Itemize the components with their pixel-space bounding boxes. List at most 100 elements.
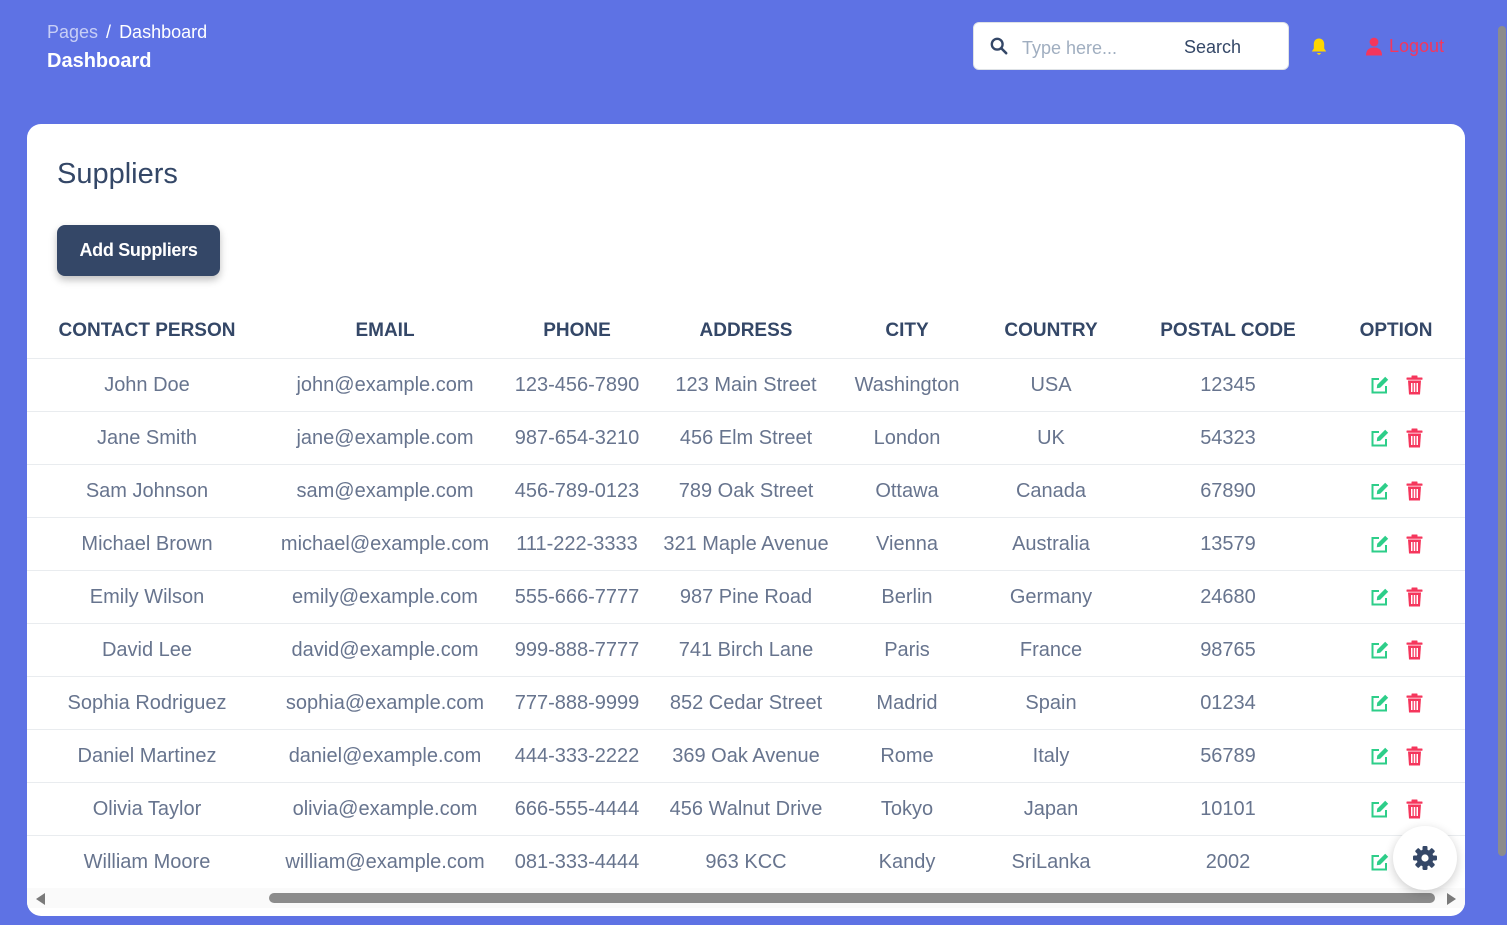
country-cell: SriLanka	[973, 835, 1129, 888]
postal-code-cell: 12345	[1129, 358, 1327, 412]
trash-icon[interactable]	[1406, 640, 1423, 660]
horizontal-scrollbar[interactable]	[27, 888, 1465, 908]
table-row: David Lee david@example.com 999-888-7777 74…	[27, 623, 1465, 677]
edit-icon[interactable]	[1370, 481, 1390, 501]
phone-cell: 456-789-0123	[503, 464, 651, 518]
city-cell: Tokyo	[841, 782, 973, 836]
scroll-right-arrow-icon[interactable]	[1447, 893, 1456, 905]
contact-person-cell: William Moore	[27, 835, 267, 888]
email-cell: jane@example.com	[267, 411, 503, 465]
search-input[interactable]	[1020, 33, 1174, 63]
phone-cell: 555-666-7777	[503, 570, 651, 624]
card-title: Suppliers	[57, 158, 178, 190]
country-cell: Germany	[973, 570, 1129, 624]
trash-icon[interactable]	[1406, 481, 1423, 501]
row-actions	[1327, 481, 1465, 501]
city-cell: Rome	[841, 729, 973, 783]
suppliers-table: CONTACT PERSON EMAIL PHONE ADDRESS CITY …	[27, 304, 1465, 888]
edit-icon[interactable]	[1370, 799, 1390, 819]
address-cell: 789 Oak Street	[651, 464, 841, 518]
email-cell: olivia@example.com	[267, 782, 503, 836]
postal-code-cell: 10101	[1129, 782, 1327, 836]
edit-icon[interactable]	[1370, 428, 1390, 448]
city-cell: Berlin	[841, 570, 973, 624]
postal-code-cell: 01234	[1129, 676, 1327, 730]
city-cell: Washington	[841, 358, 973, 412]
country-cell: Canada	[973, 464, 1129, 518]
table-row: William Moore william@example.com 081-333-…	[27, 835, 1465, 888]
edit-icon[interactable]	[1370, 852, 1390, 872]
row-actions	[1327, 428, 1465, 448]
email-cell: david@example.com	[267, 623, 503, 677]
country-cell: Spain	[973, 676, 1129, 730]
city-cell: Paris	[841, 623, 973, 677]
row-actions	[1327, 640, 1465, 660]
option-cell	[1327, 464, 1465, 518]
edit-icon[interactable]	[1370, 587, 1390, 607]
contact-person-cell: Sam Johnson	[27, 464, 267, 518]
phone-cell: 111-222-3333	[503, 517, 651, 571]
row-actions	[1327, 746, 1465, 766]
contact-person-cell: Michael Brown	[27, 517, 267, 571]
postal-code-cell: 24680	[1129, 570, 1327, 624]
settings-button[interactable]	[1393, 826, 1457, 890]
address-cell: 741 Birch Lane	[651, 623, 841, 677]
search-icon	[990, 37, 1008, 55]
city-cell: Vienna	[841, 517, 973, 571]
postal-code-cell: 98765	[1129, 623, 1327, 677]
edit-icon[interactable]	[1370, 746, 1390, 766]
row-actions	[1327, 693, 1465, 713]
table-row: Daniel Martinez daniel@example.com 444-333…	[27, 729, 1465, 783]
trash-icon[interactable]	[1406, 534, 1423, 554]
address-cell: 456 Elm Street	[651, 411, 841, 465]
edit-icon[interactable]	[1370, 375, 1390, 395]
column-header: OPTION	[1359, 320, 1433, 341]
scrollbar-thumb[interactable]	[269, 893, 1435, 903]
option-cell	[1327, 729, 1465, 783]
email-cell: michael@example.com	[267, 517, 503, 571]
postal-code-cell: 2002	[1129, 835, 1327, 888]
phone-cell: 081-333-4444	[503, 835, 651, 888]
trash-icon[interactable]	[1406, 693, 1423, 713]
address-cell: 321 Maple Avenue	[651, 517, 841, 571]
contact-person-cell: Olivia Taylor	[27, 782, 267, 836]
country-cell: UK	[973, 411, 1129, 465]
country-cell: Japan	[973, 782, 1129, 836]
column-header: PHONE	[543, 320, 611, 341]
breadcrumb: Pages / Dashboard	[47, 22, 207, 43]
logout-button[interactable]: Logout	[1365, 36, 1444, 57]
country-cell: Australia	[973, 517, 1129, 571]
table-header-row: CONTACT PERSON EMAIL PHONE ADDRESS CITY …	[27, 304, 1465, 359]
edit-icon[interactable]	[1370, 534, 1390, 554]
vertical-scrollbar[interactable]	[1497, 0, 1507, 925]
breadcrumb-separator: /	[106, 22, 112, 42]
country-cell: USA	[973, 358, 1129, 412]
trash-icon[interactable]	[1406, 428, 1423, 448]
search-button[interactable]: Search	[1184, 37, 1241, 58]
contact-person-cell: Sophia Rodriguez	[27, 676, 267, 730]
search-box[interactable]: Search	[973, 22, 1289, 70]
trash-icon[interactable]	[1406, 746, 1423, 766]
trash-icon[interactable]	[1406, 375, 1423, 395]
phone-cell: 987-654-3210	[503, 411, 651, 465]
contact-person-cell: David Lee	[27, 623, 267, 677]
bell-icon[interactable]	[1309, 37, 1329, 57]
logout-label: Logout	[1389, 36, 1445, 56]
trash-icon[interactable]	[1406, 587, 1423, 607]
breadcrumb-root[interactable]: Pages	[47, 22, 98, 42]
scroll-left-arrow-icon[interactable]	[36, 893, 45, 905]
column-header: COUNTRY	[1004, 320, 1098, 341]
phone-cell: 777-888-9999	[503, 676, 651, 730]
edit-icon[interactable]	[1370, 693, 1390, 713]
postal-code-cell: 56789	[1129, 729, 1327, 783]
table-row: Michael Brown michael@example.com 111-222-…	[27, 517, 1465, 571]
scrollbar-thumb[interactable]	[1498, 26, 1506, 856]
trash-icon[interactable]	[1406, 799, 1423, 819]
add-suppliers-button[interactable]: Add Suppliers	[57, 225, 220, 276]
column-header: EMAIL	[355, 320, 415, 341]
edit-icon[interactable]	[1370, 640, 1390, 660]
option-cell	[1327, 570, 1465, 624]
column-header: CONTACT PERSON	[58, 320, 236, 341]
column-header: ADDRESS	[699, 320, 793, 341]
row-actions	[1327, 375, 1465, 395]
